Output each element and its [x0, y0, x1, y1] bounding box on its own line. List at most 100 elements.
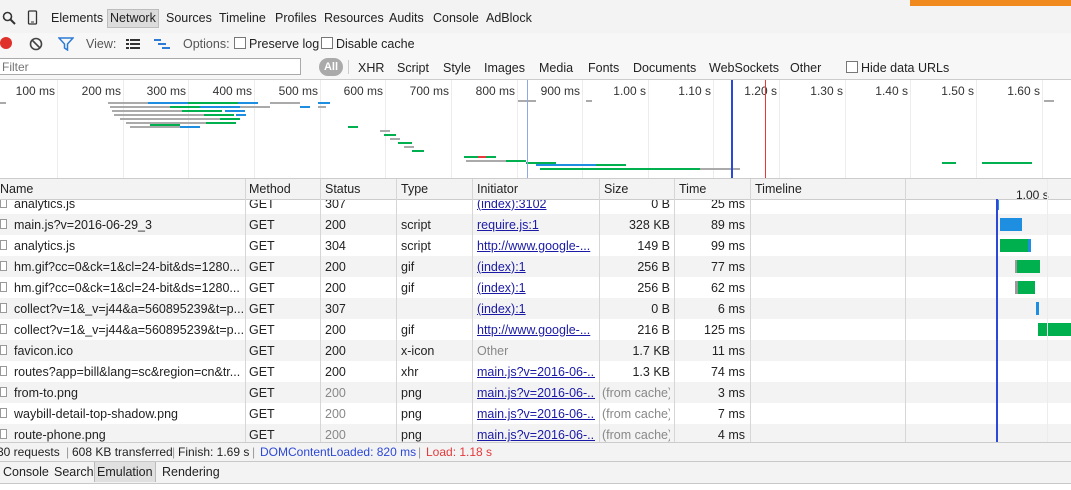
overview-request-bar — [170, 106, 200, 108]
request-name: route-phone.png — [14, 428, 106, 442]
requests-count: 30 requests — [0, 445, 60, 459]
col-header-method[interactable]: Method — [249, 182, 291, 196]
filter-media[interactable]: Media — [539, 61, 573, 75]
waterfall-tick-label: 1.00 s — [1016, 188, 1049, 202]
drawer-tab-search[interactable]: Search — [52, 465, 96, 479]
table-row[interactable]: analytics.js GET 304 script http://www.googl… — [0, 235, 1071, 256]
table-row[interactable]: collect?v=1&_v=j44&a=560895239&t=p... GET… — [0, 298, 1071, 319]
filter-icon[interactable] — [58, 37, 74, 51]
device-mode-icon[interactable] — [27, 10, 39, 26]
col-header-initiator[interactable]: Initiator — [477, 182, 518, 196]
overview-request-bar — [130, 126, 180, 128]
table-row[interactable]: routes?app=bill&lang=sc&region=cn&tr... G… — [0, 361, 1071, 382]
request-initiator[interactable]: (index):1 — [477, 260, 595, 274]
request-method: GET — [249, 344, 275, 358]
overview-tick-label: 200 ms — [81, 84, 121, 98]
request-size: 256 B — [637, 281, 670, 295]
overview-tick-label: 100 ms — [15, 84, 55, 98]
tab-network[interactable]: Network — [107, 9, 159, 28]
file-icon — [0, 219, 7, 229]
request-method: GET — [249, 323, 275, 337]
preserve-log-checkbox[interactable]: Preserve log — [234, 37, 319, 51]
col-header-type[interactable]: Type — [401, 182, 428, 196]
table-row[interactable]: favicon.ico GET 200 x-icon Other 1.7 KB 11 ms — [0, 340, 1071, 361]
col-header-timeline[interactable]: Timeline — [755, 182, 802, 196]
filter-images[interactable]: Images — [484, 61, 525, 75]
waterfall-gridline — [1047, 179, 1048, 442]
request-initiator[interactable]: require.js:1 — [477, 218, 595, 232]
filter-fonts[interactable]: Fonts — [588, 61, 619, 75]
timeline-overview[interactable]: 100 ms 200 ms 300 ms 400 ms 500 ms 600 ms 700 … — [0, 80, 1071, 179]
request-type: script — [401, 218, 431, 232]
col-header-size[interactable]: Size — [604, 182, 628, 196]
tab-elements[interactable]: Elements — [49, 10, 105, 27]
record-icon[interactable] — [0, 37, 12, 49]
file-icon — [0, 240, 7, 250]
network-toolbar: View: Options: Preserve log Disable cach… — [0, 33, 1071, 55]
table-row[interactable]: collect?v=1&_v=j44&a=560895239&t=p... GET… — [0, 319, 1071, 340]
filter-style[interactable]: Style — [443, 61, 471, 75]
request-status: 200 — [325, 407, 346, 421]
overview-icon[interactable] — [154, 38, 170, 50]
file-icon — [0, 282, 7, 292]
request-initiator[interactable]: (index):1 — [477, 281, 595, 295]
tab-resources[interactable]: Resources — [322, 10, 386, 27]
disable-cache-checkbox[interactable]: Disable cache — [321, 37, 415, 51]
filter-script[interactable]: Script — [397, 61, 429, 75]
request-size: 0 B — [651, 302, 670, 316]
table-row[interactable]: hm.gif?cc=0&ck=1&cl=24-bit&ds=1280... GET… — [0, 256, 1071, 277]
overview-request-bar — [270, 102, 300, 104]
overview-request-bar — [412, 150, 424, 152]
request-initiator[interactable]: main.js?v=2016-06-... — [477, 386, 595, 400]
search-icon[interactable] — [2, 11, 16, 25]
table-row[interactable]: route-phone.png GET 200 png main.js?v=2016-0… — [0, 424, 1071, 442]
overview-request-bar — [206, 122, 236, 124]
overview-request-bar — [586, 100, 592, 102]
request-initiator[interactable]: main.js?v=2016-06-... — [477, 365, 595, 379]
large-rows-icon[interactable] — [126, 38, 140, 50]
overview-gridline — [648, 80, 649, 178]
table-row[interactable]: main.js?v=2016-06-29_3 GET 200 script requir… — [0, 214, 1071, 235]
overview-request-bar — [300, 106, 310, 108]
table-row[interactable]: from-to.png GET 200 png main.js?v=2016-06-..… — [0, 382, 1071, 403]
table-row[interactable]: waybill-detail-top-shadow.png GET 200 png ma… — [0, 403, 1071, 424]
drawer-tab-rendering[interactable]: Rendering — [160, 465, 222, 479]
filter-xhr[interactable]: XHR — [358, 61, 384, 75]
filter-other[interactable]: Other — [790, 61, 821, 75]
waterfall-bar — [1018, 281, 1035, 294]
overview-request-bar — [120, 118, 220, 120]
request-initiator[interactable]: http://www.google-... — [477, 323, 595, 337]
request-type: png — [401, 386, 422, 400]
overview-request-bar — [148, 102, 188, 104]
filter-documents[interactable]: Documents — [633, 61, 696, 75]
overview-request-bar — [398, 142, 412, 144]
col-header-status[interactable]: Status — [325, 182, 360, 196]
drawer-tab-emulation[interactable]: Emulation — [94, 462, 156, 482]
tab-profiles[interactable]: Profiles — [273, 10, 319, 27]
request-initiator[interactable]: main.js?v=2016-06-... — [477, 407, 595, 421]
table-row[interactable]: hm.gif?cc=0&ck=1&cl=24-bit&ds=1280... GET… — [0, 277, 1071, 298]
tab-timeline[interactable]: Timeline — [217, 10, 268, 27]
overview-request-bar — [982, 162, 1032, 164]
filter-input[interactable] — [0, 58, 301, 75]
overview-gridline — [57, 80, 58, 178]
overview-tick-label: 400 ms — [212, 84, 252, 98]
col-header-name[interactable]: Name — [0, 182, 33, 196]
request-initiator[interactable]: (index):1 — [477, 302, 595, 316]
request-initiator[interactable]: http://www.google-... — [477, 239, 595, 253]
tab-sources[interactable]: Sources — [164, 10, 214, 27]
hide-data-urls-checkbox[interactable]: Hide data URLs — [846, 61, 949, 75]
tab-adblock[interactable]: AdBlock — [484, 10, 534, 27]
overview-request-bar — [318, 106, 326, 108]
options-label: Options: — [183, 37, 230, 51]
clear-icon[interactable] — [29, 37, 43, 51]
tab-console[interactable]: Console — [431, 10, 481, 27]
request-initiator[interactable]: main.js?v=2016-06-... — [477, 428, 595, 442]
filter-all-button[interactable]: All — [319, 58, 343, 76]
col-header-time[interactable]: Time — [679, 182, 706, 196]
request-type: script — [401, 239, 431, 253]
drawer-tab-console[interactable]: Console — [1, 465, 51, 479]
summary-bar: 30 requests | 608 KB transferred | Finis… — [0, 442, 1071, 461]
tab-audits[interactable]: Audits — [387, 10, 426, 27]
filter-websockets[interactable]: WebSockets — [709, 61, 779, 75]
